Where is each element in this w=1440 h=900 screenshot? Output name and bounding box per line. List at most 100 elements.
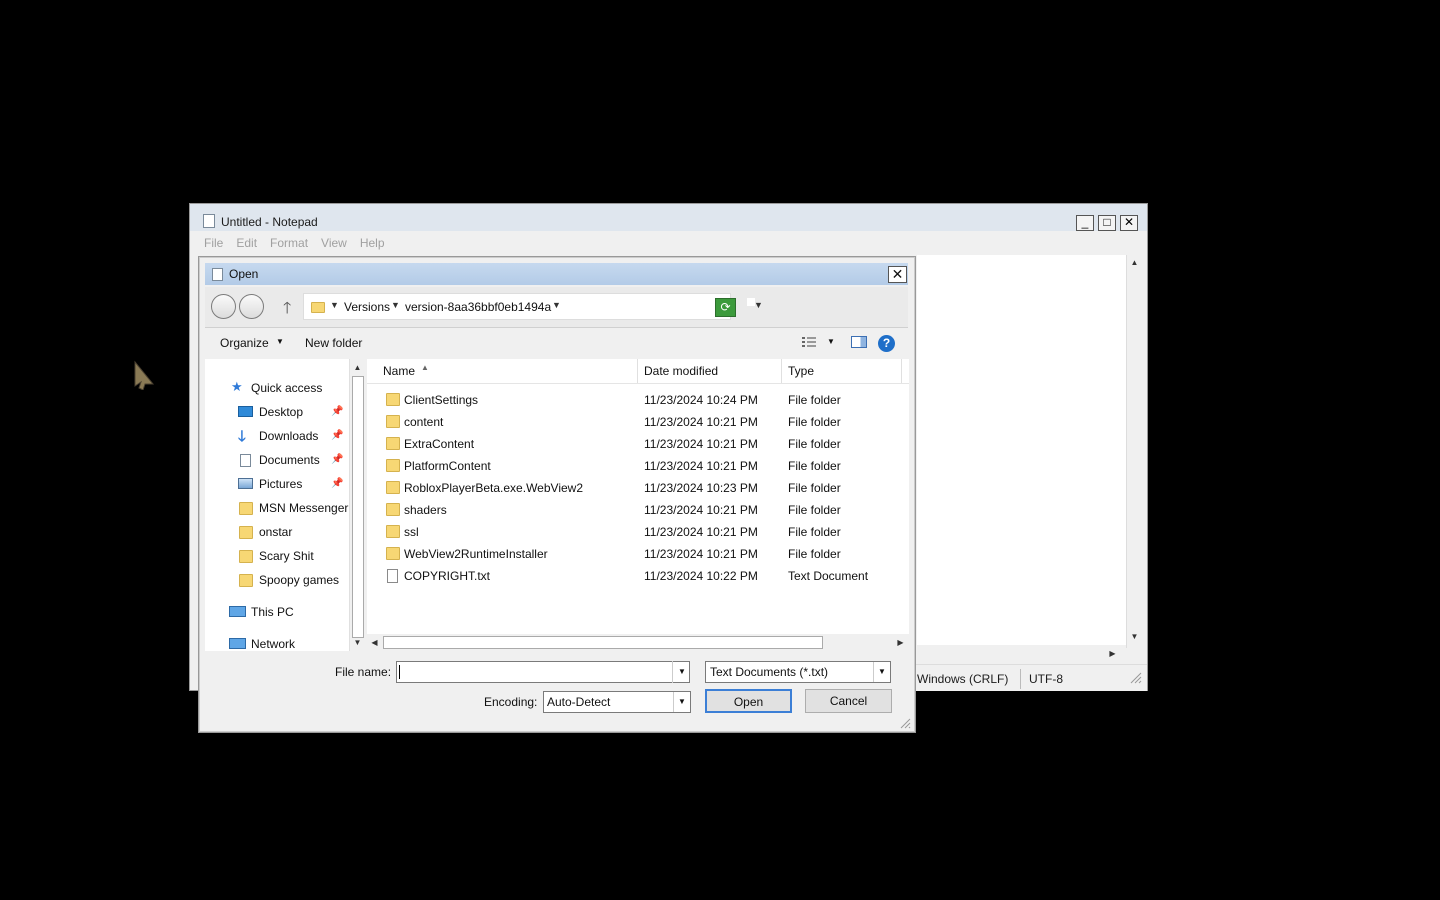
scroll-right-arrow-icon[interactable]: ▶ [1105, 646, 1120, 661]
back-button[interactable] [211, 294, 236, 319]
nav-label: Documents [259, 453, 320, 467]
file-type-filter-select[interactable]: Text Documents (*.txt) ▼ [705, 661, 891, 683]
organize-button[interactable]: Organize [220, 336, 269, 350]
scroll-thumb[interactable] [383, 636, 823, 649]
file-name: RobloxPlayerBeta.exe.WebView2 [404, 481, 583, 495]
file-row-content[interactable]: content 11/23/2024 10:21 PM File folder [381, 412, 901, 434]
file-row-ssl[interactable]: ssl 11/23/2024 10:21 PM File folder [381, 522, 901, 544]
preview-pane-icon[interactable] [851, 336, 867, 348]
nav-pane-scrollbar[interactable]: ▲ ▼ [349, 359, 365, 651]
file-type: File folder [788, 393, 841, 407]
file-type: File folder [788, 525, 841, 539]
file-name-dropdown-icon[interactable]: ▼ [672, 661, 691, 683]
help-icon[interactable]: ? [878, 335, 895, 352]
folder-icon [386, 481, 400, 494]
refresh-icon[interactable]: ⟳ [715, 298, 736, 317]
minimize-button[interactable]: _ [1076, 215, 1094, 231]
new-folder-button[interactable]: New folder [305, 336, 362, 350]
resize-grip-icon[interactable] [899, 717, 911, 729]
scroll-down-arrow-icon[interactable]: ▼ [350, 635, 365, 650]
scroll-up-arrow-icon[interactable]: ▲ [1127, 255, 1142, 270]
nav-spoopy-games[interactable]: Spoopy games [205, 569, 345, 591]
nav-pictures[interactable]: Pictures 📌 [205, 473, 345, 495]
menu-format[interactable]: Format [270, 236, 308, 252]
chevron-down-icon[interactable]: ▼ [391, 300, 400, 310]
chevron-down-icon[interactable]: ▼ [552, 300, 561, 310]
encoding-select[interactable]: Auto-Detect ▼ [543, 691, 691, 713]
maximize-button[interactable]: □ [1098, 215, 1116, 231]
nav-network[interactable]: Network [205, 633, 345, 651]
scroll-right-arrow-icon[interactable]: ▶ [893, 635, 908, 650]
notepad-vertical-scrollbar[interactable]: ▲ ▼ [1126, 255, 1144, 648]
forward-button[interactable] [239, 294, 264, 319]
column-header-name[interactable]: Name [383, 364, 415, 378]
nav-documents[interactable]: Documents 📌 [205, 449, 345, 471]
documents-icon [240, 454, 251, 467]
menu-help[interactable]: Help [360, 236, 385, 252]
pin-icon: 📌 [331, 478, 344, 489]
dialog-close-button[interactable]: ✕ [888, 266, 907, 283]
nav-this-pc[interactable]: This PC [205, 601, 345, 623]
file-list-horizontal-scrollbar[interactable]: ◀ ▶ [367, 634, 909, 651]
breadcrumb-version-folder[interactable]: version-8aa36bbf0eb1494a [405, 300, 551, 314]
nav-downloads[interactable]: 🡓 Downloads 📌 [205, 425, 345, 447]
address-bar[interactable]: ▼ Versions ▼ version-8aa36bbf0eb1494a ▼ … [303, 293, 763, 320]
notepad-icon [203, 214, 215, 228]
nav-msn-messenger[interactable]: MSN Messenger [205, 497, 349, 519]
chevron-down-icon[interactable]: ▼ [276, 337, 284, 346]
chevron-down-icon[interactable]: ▼ [873, 662, 890, 682]
notepad-title: Untitled - Notepad [221, 215, 318, 229]
cancel-button[interactable]: Cancel [805, 689, 892, 713]
resize-grip-icon[interactable] [1128, 670, 1142, 684]
file-row-platformcontent[interactable]: PlatformContent 11/23/2024 10:21 PM File… [381, 456, 901, 478]
folder-icon [386, 437, 400, 450]
breadcrumb-versions[interactable]: Versions [344, 300, 390, 314]
up-arrow-icon[interactable]: 🡑 [283, 297, 291, 324]
notepad-title-bar[interactable]: Untitled - Notepad _ □ ✕ [190, 204, 1147, 231]
file-row-copyright-txt[interactable]: COPYRIGHT.txt 11/23/2024 10:22 PM Text D… [381, 566, 901, 588]
file-row-shaders[interactable]: shaders 11/23/2024 10:21 PM File folder [381, 500, 901, 522]
menu-file[interactable]: File [204, 236, 223, 252]
pin-icon: 📌 [331, 454, 344, 465]
open-button[interactable]: Open [705, 689, 792, 713]
file-name: ClientSettings [404, 393, 479, 407]
chevron-down-icon[interactable]: ▼ [827, 337, 835, 346]
file-name-input[interactable] [396, 661, 690, 683]
file-row-robloxplayerbeta-webview2[interactable]: RobloxPlayerBeta.exe.WebView2 11/23/2024… [381, 478, 901, 500]
close-button[interactable]: ✕ [1120, 215, 1138, 231]
column-divider[interactable] [901, 359, 902, 383]
address-history-dropdown-icon[interactable]: ▼ [754, 300, 763, 310]
column-divider[interactable] [781, 359, 782, 383]
menu-view[interactable]: View [321, 236, 347, 252]
dialog-title-bar[interactable]: Open ✕ [205, 263, 908, 285]
nav-desktop[interactable]: Desktop 📌 [205, 401, 345, 423]
nav-onstar[interactable]: onstar [205, 521, 345, 543]
scroll-up-arrow-icon[interactable]: ▲ [350, 360, 365, 375]
scroll-down-arrow-icon[interactable]: ▼ [1127, 629, 1142, 644]
notepad-horizontal-scrollbar[interactable]: ▶ [917, 645, 1126, 662]
file-date: 11/23/2024 10:23 PM [644, 481, 758, 495]
cursor-icon [134, 360, 155, 390]
chevron-down-icon[interactable]: ▼ [330, 300, 339, 310]
file-row-clientsettings[interactable]: ClientSettings 11/23/2024 10:24 PM File … [381, 390, 901, 412]
file-row-extracontent[interactable]: ExtraContent 11/23/2024 10:21 PM File fo… [381, 434, 901, 456]
view-options-icon[interactable] [801, 336, 817, 349]
scroll-left-arrow-icon[interactable]: ◀ [367, 635, 382, 650]
nav-label: MSN Messenger [259, 501, 349, 515]
navigation-pane: ★ Quick access Desktop 📌 🡓 Downloads 📌 D… [205, 359, 365, 651]
scroll-thumb[interactable] [352, 376, 364, 638]
search-input[interactable] [747, 298, 755, 306]
column-divider[interactable] [637, 359, 638, 383]
folder-icon [239, 550, 253, 563]
column-header-date[interactable]: Date modified [644, 364, 718, 378]
nav-scary-shit[interactable]: Scary Shit [205, 545, 345, 567]
column-header-type[interactable]: Type [788, 364, 814, 378]
nav-label: Spoopy games [259, 573, 340, 587]
notepad-text-area[interactable] [917, 255, 1126, 660]
menu-edit[interactable]: Edit [236, 236, 257, 252]
encoding-label: Encoding: [484, 695, 538, 709]
nav-quick-access[interactable]: ★ Quick access [205, 377, 345, 399]
chevron-down-icon[interactable]: ▼ [673, 692, 690, 712]
file-row-webview2runtimeinstaller[interactable]: WebView2RuntimeInstaller 11/23/2024 10:2… [381, 544, 901, 566]
file-date: 11/23/2024 10:21 PM [644, 415, 758, 429]
